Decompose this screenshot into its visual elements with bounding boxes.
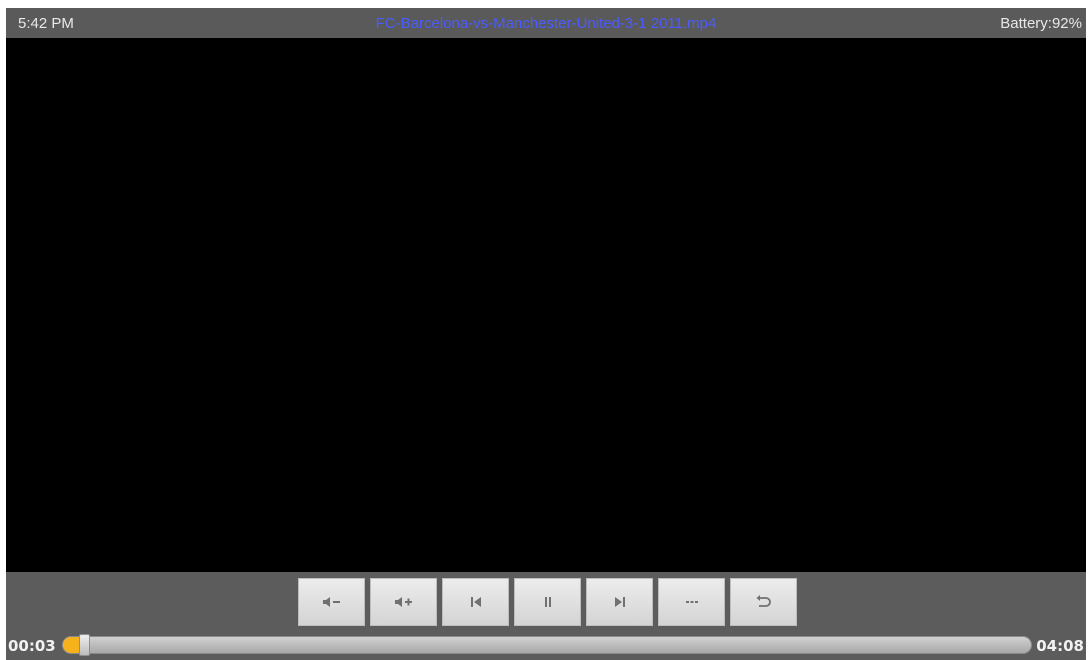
seek-bar[interactable]: [62, 634, 1032, 656]
control-buttons: [298, 578, 797, 626]
seek-row: 00:03 04:08: [6, 632, 1086, 658]
volume-down-button[interactable]: [298, 578, 365, 626]
current-time: 00:03: [8, 637, 56, 655]
more-button[interactable]: [658, 578, 725, 626]
pause-icon: [542, 596, 554, 608]
seek-thumb[interactable]: [79, 634, 90, 656]
video-title: FC-Barcelona-vs-Manchester-United-3-1 20…: [375, 15, 717, 32]
volume-up-icon: [394, 596, 414, 608]
more-icon: [685, 599, 699, 605]
status-bar: 5:42 PM FC-Barcelona-vs-Manchester-Unite…: [6, 8, 1086, 38]
video-surface[interactable]: [6, 38, 1086, 572]
battery-status: Battery:92%: [1000, 15, 1082, 32]
control-panel: 00:03 04:08: [6, 572, 1086, 660]
video-player: 5:42 PM FC-Barcelona-vs-Manchester-Unite…: [6, 8, 1086, 660]
pause-button[interactable]: [514, 578, 581, 626]
volume-up-button[interactable]: [370, 578, 437, 626]
previous-button[interactable]: [442, 578, 509, 626]
return-button[interactable]: [730, 578, 797, 626]
next-button[interactable]: [586, 578, 653, 626]
previous-icon: [469, 596, 483, 608]
next-icon: [613, 596, 627, 608]
return-icon: [756, 595, 772, 609]
volume-down-icon: [322, 596, 342, 608]
total-time: 04:08: [1036, 637, 1084, 655]
